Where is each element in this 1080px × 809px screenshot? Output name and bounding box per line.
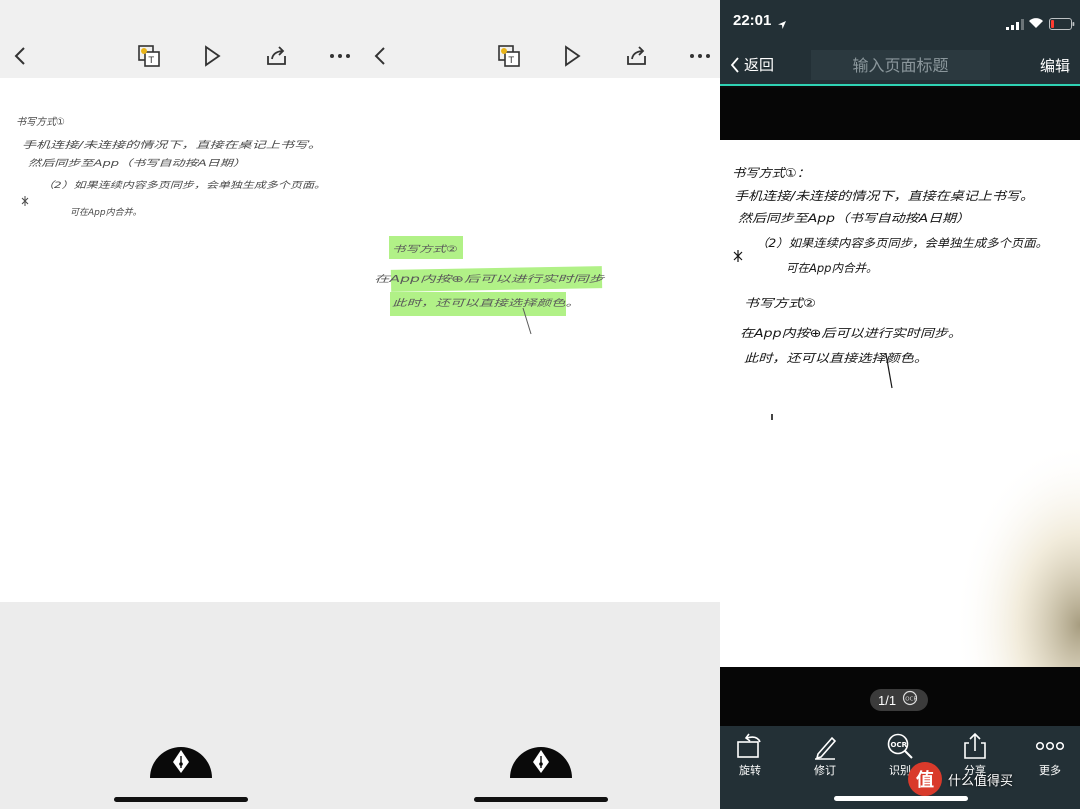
note-view-1: T 书写方式① 手机连接/未连接的情况下，直接在桌记上书写。 然后同步至App（… [0, 0, 360, 809]
tab-rotate[interactable]: 旋转 [720, 732, 780, 778]
handwriting-line: （2）如果连续内容多页同步，会单独生成多个页面。 [42, 180, 326, 191]
handwriting-line: （2）如果连续内容多页同步，会单独生成多个页面。 [756, 236, 1048, 250]
scan-view: 22:01 返回 编辑 [720, 0, 1080, 809]
location-arrow-icon [777, 15, 787, 34]
text-recognition-icon[interactable]: T [135, 42, 163, 70]
handwriting-line: 然后同步至App（书写自动按A日期） [28, 158, 246, 169]
home-indicator [114, 797, 248, 802]
handwriting-line: 手机连接/未连接的情况下，直接在桌记上书写。 [22, 139, 322, 151]
page-count: 1/1 [878, 692, 897, 708]
scan-border-top [720, 88, 1080, 140]
svg-text:OCR: OCR [891, 741, 908, 749]
handwriting-line: 书写方式② [392, 244, 458, 255]
top-toolbar: T [0, 0, 360, 78]
back-chevron-icon [730, 56, 739, 73]
battery-icon [1049, 15, 1075, 34]
pen-edit-icon [815, 736, 837, 760]
handwriting-line: 手机连接/未连接的情况下，直接在桌记上书写。 [734, 189, 1034, 203]
tab-more[interactable]: 更多 [1020, 732, 1080, 778]
svg-text:T: T [148, 56, 155, 66]
svg-text:OCR: OCR [905, 697, 917, 703]
nav-bar: 返回 编辑 [720, 42, 1080, 86]
note-view-2: T 书写方式② 在App内按⊕后可以进行实时同步 此时，还可以直接选择颜色。 [360, 0, 720, 809]
play-icon[interactable] [558, 42, 586, 70]
handwriting-line: 此时，还可以直接选择颜色。 [744, 351, 928, 365]
rotate-icon [737, 733, 761, 758]
zoom-icon: OCR [902, 690, 918, 710]
back-button[interactable]: 返回 [730, 54, 774, 75]
tab-label: 更多 [1039, 764, 1061, 777]
text-recognition-icon[interactable]: T [495, 42, 523, 70]
top-toolbar: T [360, 0, 720, 78]
watermark-logo: 值 [908, 762, 942, 796]
status-time: 22:01 [733, 12, 772, 29]
watermark: 值 什么值得买 [908, 762, 1013, 796]
watermark-text: 什么值得买 [948, 773, 1014, 789]
more-icon[interactable] [326, 42, 354, 70]
svg-text:T: T [508, 56, 515, 66]
note-page[interactable]: 书写方式① 手机连接/未连接的情况下，直接在桌记上书写。 然后同步至App（书写… [0, 78, 360, 602]
handwriting-line: 可在App内合并。 [786, 261, 877, 275]
share-icon [964, 732, 986, 759]
home-indicator [474, 797, 608, 802]
wifi-icon [1028, 14, 1044, 33]
handwriting-line: 可在App内合并。 [70, 207, 142, 218]
back-label: 返回 [744, 56, 775, 74]
share-icon[interactable] [263, 42, 291, 70]
handwriting-line: 书写方式①： [732, 166, 810, 180]
share-icon[interactable] [623, 42, 651, 70]
ocr-icon: OCR [887, 733, 913, 759]
tab-revise[interactable]: 修订 [795, 732, 855, 778]
handwriting-line: 此时，还可以直接选择颜色。 [392, 298, 580, 309]
status-bar: 22:01 [720, 0, 1080, 42]
tab-label: 旋转 [739, 764, 761, 777]
page-title-input[interactable] [811, 50, 990, 80]
signal-icon [1006, 15, 1024, 34]
handwriting-line: 书写方式② [744, 296, 816, 310]
back-chevron-icon[interactable] [6, 42, 34, 70]
note-page[interactable]: 书写方式② 在App内按⊕后可以进行实时同步 此时，还可以直接选择颜色。 [360, 78, 720, 602]
home-indicator [834, 796, 968, 801]
more-icon [1035, 741, 1065, 751]
tab-label: 修订 [814, 764, 836, 777]
pen-icon[interactable] [150, 740, 212, 778]
handwriting-line: 在App内按⊕后可以进行实时同步 [374, 274, 607, 285]
more-icon[interactable] [686, 42, 714, 70]
back-chevron-icon[interactable] [366, 42, 394, 70]
bottom-panel [360, 602, 720, 809]
handwriting-line: 书写方式① [16, 116, 65, 128]
play-icon[interactable] [198, 42, 226, 70]
bottom-panel [0, 602, 360, 809]
page-indicator[interactable]: 1/1 OCR [870, 689, 928, 711]
pen-icon[interactable] [510, 740, 572, 778]
handwriting-line: 然后同步至App（书写自动按A日期） [738, 211, 970, 225]
edit-button[interactable]: 编辑 [1040, 55, 1070, 76]
handwriting-line: 在App内按⊕后可以进行实时同步。 [740, 326, 962, 340]
scanned-page: 书写方式①： 手机连接/未连接的情况下，直接在桌记上书写。 然后同步至App（书… [720, 140, 1080, 667]
